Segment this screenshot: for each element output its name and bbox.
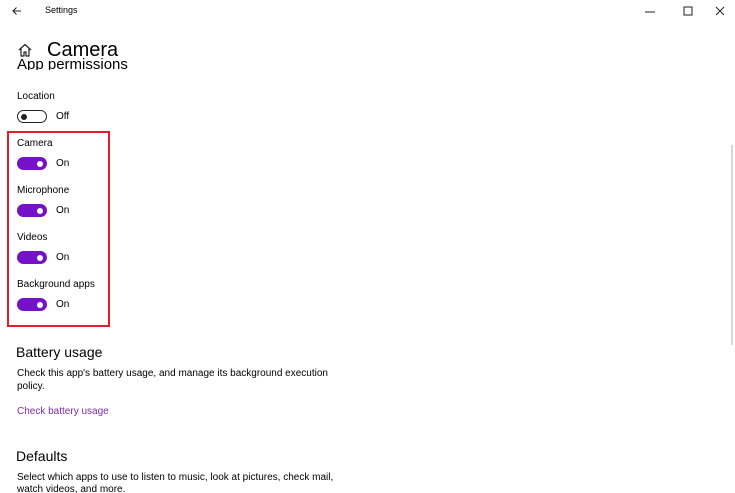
defaults-description-clip: watch videos, and more. [0, 482, 735, 493]
toggle-knob [21, 113, 27, 120]
battery-usage-heading: Battery usage [16, 344, 103, 360]
minimize-button[interactable] [639, 2, 661, 20]
highlight-box [7, 131, 110, 327]
maximize-button[interactable] [677, 2, 699, 20]
close-icon [715, 6, 725, 16]
scrollbar[interactable] [731, 145, 733, 345]
maximize-icon [683, 6, 693, 16]
defaults-heading: Defaults [16, 448, 68, 464]
back-button[interactable] [6, 2, 28, 20]
check-battery-usage-link[interactable]: Check battery usage [17, 406, 109, 417]
back-arrow-icon [12, 7, 21, 15]
title-bar: Settings [0, 0, 735, 24]
section-heading-app-permissions: App permissions [17, 56, 128, 70]
location-state: Off [56, 111, 70, 122]
close-button[interactable] [709, 2, 731, 20]
battery-usage-description: Check this app's battery usage, and mana… [17, 368, 328, 392]
minimize-icon [645, 11, 655, 13]
location-toggle[interactable] [17, 110, 47, 123]
defaults-description-line2: watch videos, and more. [17, 484, 126, 493]
app-title: Settings [45, 5, 78, 15]
location-label: Location [17, 91, 55, 102]
